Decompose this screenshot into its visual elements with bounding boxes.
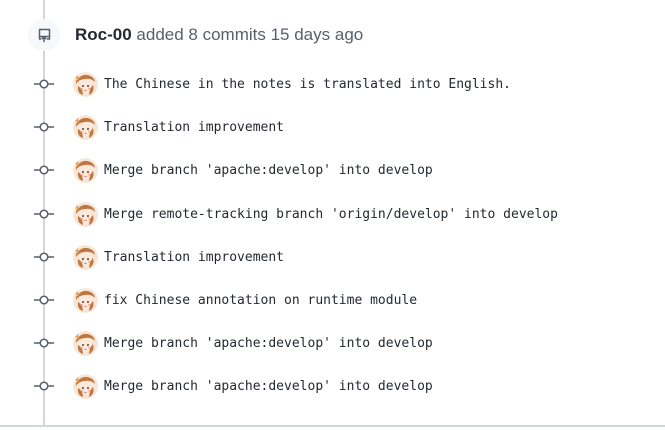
git-commit-icon: [34, 376, 54, 396]
avatar[interactable]: [73, 71, 98, 97]
commit-message-link[interactable]: Merge branch 'apache:develop' into devel…: [104, 163, 433, 178]
commit-item: Translation improvement: [34, 113, 284, 141]
git-commit-icon: [34, 117, 54, 137]
commit-timeline: Roc-00 added 8 commits 15 days ago The C…: [0, 0, 665, 430]
timeline-event-header: Roc-00 added 8 commits 15 days ago: [28, 19, 363, 51]
avatar[interactable]: [73, 201, 98, 227]
commit-message-link[interactable]: Translation improvement: [104, 120, 284, 135]
event-description: Roc-00 added 8 commits 15 days ago: [75, 25, 363, 45]
avatar[interactable]: [73, 287, 98, 313]
commit-message-link[interactable]: Merge branch 'apache:develop' into devel…: [104, 379, 433, 394]
avatar[interactable]: [73, 244, 98, 270]
git-commit-icon: [34, 247, 54, 267]
repo-push-icon: [28, 19, 60, 51]
event-summary: added 8 commits 15 days ago: [136, 25, 364, 44]
commit-message-link[interactable]: Merge branch 'apache:develop' into devel…: [104, 336, 433, 351]
author-link[interactable]: Roc-00: [75, 25, 132, 44]
commit-item: Merge remote-tracking branch 'origin/dev…: [34, 200, 558, 228]
commit-message-link[interactable]: Translation improvement: [104, 250, 284, 265]
commit-item: Translation improvement: [34, 243, 284, 271]
avatar[interactable]: [73, 114, 98, 140]
git-commit-icon: [34, 74, 54, 94]
avatar[interactable]: [73, 157, 98, 183]
avatar[interactable]: [73, 330, 98, 356]
git-commit-icon: [34, 290, 54, 310]
commit-message-link[interactable]: Merge remote-tracking branch 'origin/dev…: [104, 207, 558, 222]
commit-item: Merge branch 'apache:develop' into devel…: [34, 372, 433, 400]
divider: [0, 425, 665, 427]
git-commit-icon: [34, 160, 54, 180]
git-commit-icon: [34, 333, 54, 353]
commit-message-link[interactable]: The Chinese in the notes is translated i…: [104, 77, 511, 92]
commit-item: Merge branch 'apache:develop' into devel…: [34, 156, 433, 184]
avatar[interactable]: [73, 373, 98, 399]
git-commit-icon: [34, 204, 54, 224]
commit-item: The Chinese in the notes is translated i…: [34, 70, 511, 98]
commit-message-link[interactable]: fix Chinese annotation on runtime module: [104, 293, 417, 308]
commit-item: Merge branch 'apache:develop' into devel…: [34, 329, 433, 357]
commit-item: fix Chinese annotation on runtime module: [34, 286, 417, 314]
